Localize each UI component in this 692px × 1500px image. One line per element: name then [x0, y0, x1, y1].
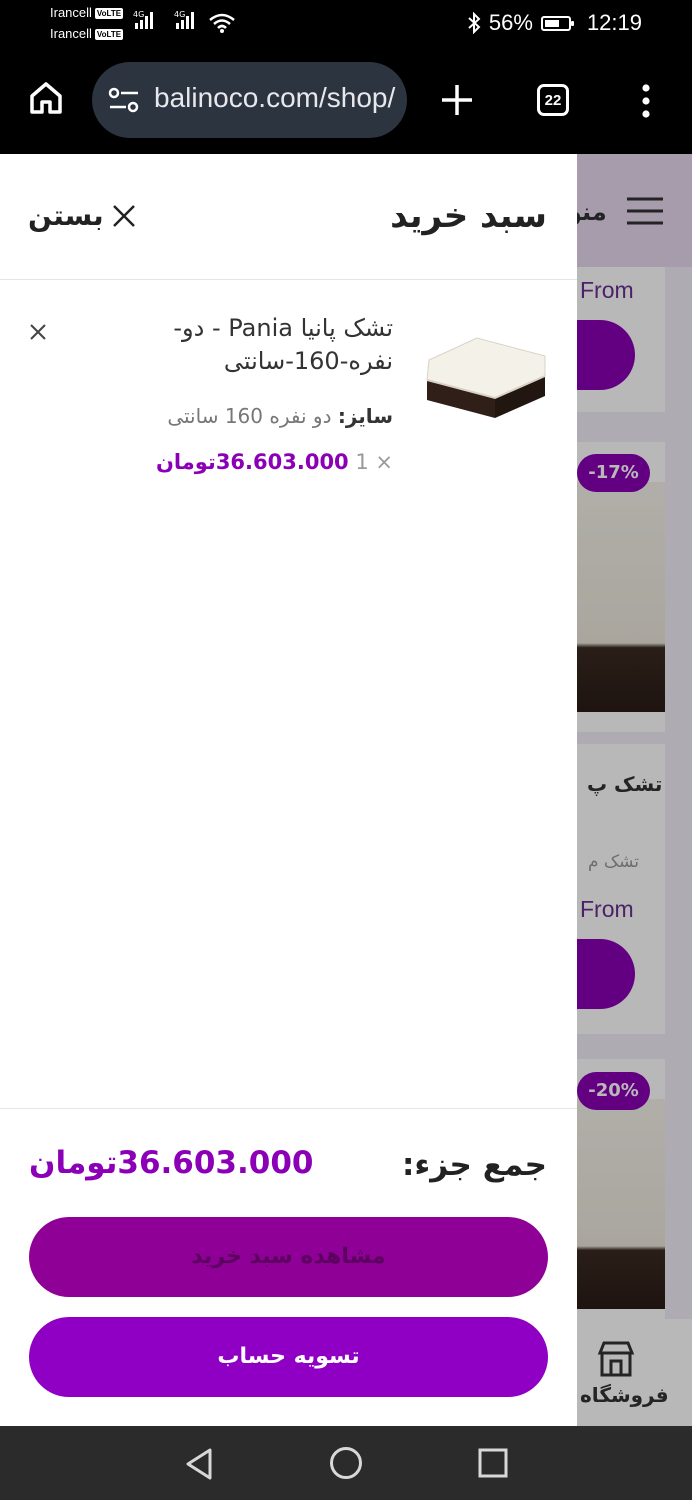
volte-badge: VoLTE: [94, 29, 124, 41]
system-nav-bar: [0, 1426, 692, 1500]
item-price: 36.603.000تومان: [155, 450, 349, 474]
carrier-2: Irancell VoLTE: [50, 26, 124, 41]
size-label: سایز:: [337, 404, 393, 428]
remove-item-icon[interactable]: [28, 322, 48, 342]
signal-icon: 4G: [133, 10, 153, 29]
browser-toolbar: balinoco.com/shop/ 22: [0, 50, 692, 154]
cart-drawer: سبد خرید بستن تشک پانیا Pania - دو-نفره-…: [0, 154, 577, 1426]
view-cart-button[interactable]: مشاهده سبد خرید: [29, 1217, 548, 1297]
cart-drawer-footer: جمع جزء: 36.603.000تومان مشاهده سبد خرید…: [0, 1108, 577, 1427]
carrier-1: Irancell VoLTE: [50, 5, 124, 20]
tab-count: 22: [544, 92, 562, 109]
battery-percent: 56%: [488, 10, 533, 35]
home-icon[interactable]: [28, 80, 64, 116]
tab-switcher-icon[interactable]: 22: [537, 84, 569, 116]
carrier-1-label: Irancell: [50, 5, 92, 20]
subtotal-label: جمع جزء:: [402, 1147, 547, 1183]
network-type-label: 4G: [133, 10, 145, 19]
wifi-icon: [209, 13, 235, 33]
close-button[interactable]: بستن: [28, 199, 138, 232]
close-icon: [112, 204, 135, 227]
checkout-button[interactable]: تسویه حساب: [29, 1317, 548, 1397]
home-nav-icon[interactable]: [329, 1446, 363, 1480]
cart-item-size: سایز: دو نفره 160 سانتی: [167, 404, 393, 428]
clock: 12:19: [586, 10, 642, 35]
close-label: بستن: [28, 199, 104, 232]
size-value: دو نفره 160 سانتی: [167, 404, 332, 428]
battery-icon: [540, 15, 574, 31]
cart-drawer-header: سبد خرید بستن: [0, 154, 577, 280]
subtotal-value: 36.603.000تومان: [29, 1145, 314, 1181]
volte-badge: VoLTE: [94, 8, 124, 20]
cart-item-name[interactable]: تشک پانیا Pania - دو-نفره-160-سانتی: [133, 312, 393, 378]
cart-item-quantity-price: 1 × 36.603.000تومان: [156, 450, 393, 474]
url-bar[interactable]: balinoco.com/shop/: [92, 62, 407, 138]
product-thumbnail[interactable]: [421, 316, 549, 428]
more-menu-icon[interactable]: [640, 83, 652, 119]
network-type-label: 4G: [174, 10, 186, 19]
bluetooth-icon: [468, 12, 481, 34]
back-icon[interactable]: [184, 1447, 214, 1481]
status-bar: Irancell VoLTE Irancell VoLTE 4G 4G 56% 12…: [0, 0, 692, 50]
new-tab-icon[interactable]: [440, 83, 474, 117]
cart-title: سبد خرید: [390, 196, 547, 236]
item-quantity: 1 ×: [355, 450, 393, 474]
carrier-2-label: Irancell: [50, 26, 92, 41]
status-right: 56% 12:19: [467, 10, 642, 36]
recents-icon[interactable]: [478, 1448, 508, 1478]
url-text: balinoco.com/shop/: [154, 82, 396, 113]
cart-item: تشک پانیا Pania - دو-نفره-160-سانتی سایز…: [0, 304, 577, 474]
signal-icon: 4G: [174, 10, 194, 29]
site-settings-icon[interactable]: [108, 86, 140, 114]
